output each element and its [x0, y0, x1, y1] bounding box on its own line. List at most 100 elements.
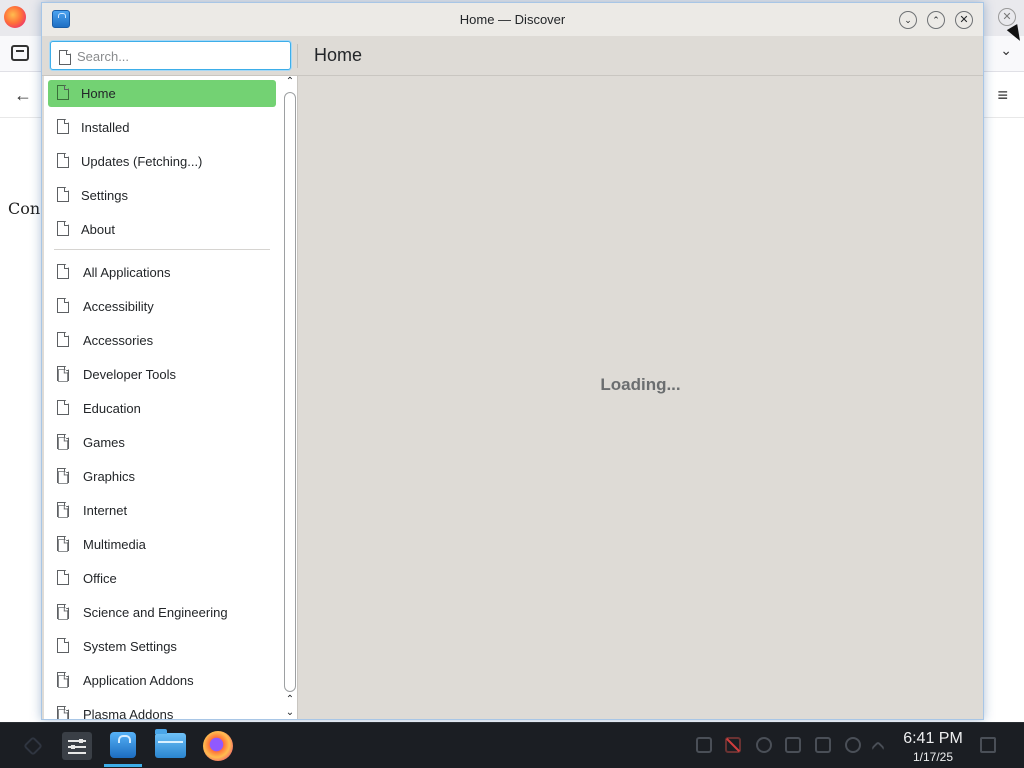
window-title: Home — Discover	[459, 12, 566, 27]
sidebar-item-label: Home	[81, 86, 116, 101]
sidebar-item-label: Education	[83, 401, 141, 416]
page-title: Home	[314, 45, 363, 65]
document-icon	[57, 153, 69, 168]
sidebar-item-label: All Applications	[83, 265, 171, 280]
tab-list-icon[interactable]	[11, 45, 29, 61]
sidebar-divider	[54, 249, 270, 250]
sidebar-item-label: Internet	[83, 503, 128, 518]
sidebar-item-updates-fetching[interactable]: Updates (Fetching...)	[48, 148, 276, 175]
sidebar-item-science-and-engineering[interactable]: Science and Engineering	[48, 599, 276, 626]
chevron-down-icon[interactable]: ⌄	[1000, 42, 1012, 59]
tray-expand-icon[interactable]	[870, 740, 886, 756]
header-divider	[297, 44, 298, 68]
document-icon	[57, 332, 69, 347]
sidebar-item-installed[interactable]: Installed	[48, 114, 276, 141]
subcategory-icon	[57, 539, 69, 552]
clock-time[interactable]: 6:41 PM	[894, 730, 972, 748]
sidebar-item-graphics[interactable]: Graphics	[48, 463, 276, 490]
sidebar-item-label: Multimedia	[83, 537, 146, 552]
sidebar-item-about[interactable]: About	[48, 216, 276, 243]
network-icon[interactable]	[696, 737, 712, 753]
sidebar-item-label: Developer Tools	[83, 367, 176, 382]
show-desktop-icon[interactable]	[980, 737, 996, 753]
sidebar-item-games[interactable]: Games	[48, 429, 276, 456]
sidebar-item-label: Installed	[81, 120, 130, 135]
system-settings-icon[interactable]	[62, 732, 92, 760]
active-task-indicator	[104, 764, 142, 767]
sidebar-item-developer-tools[interactable]: Developer Tools	[48, 361, 276, 388]
audio-muted-icon[interactable]	[725, 737, 741, 753]
document-icon	[57, 85, 69, 100]
discover-window: Home — Discover ⌄ ⌃ ✕ Search... Home Hom…	[41, 2, 984, 720]
document-icon	[57, 570, 69, 585]
sidebar-item-education[interactable]: Education	[48, 395, 276, 422]
scroll-down-icon[interactable]: ⌄	[284, 707, 296, 719]
subcategory-icon	[57, 675, 69, 688]
sidebar-item-all-applications[interactable]: All Applications	[48, 259, 276, 286]
document-icon	[57, 187, 69, 202]
scrollbar-thumb[interactable]	[284, 92, 296, 692]
back-arrow-icon[interactable]: ←	[14, 85, 32, 105]
main-content: Loading...	[298, 76, 983, 719]
discover-taskbar-icon[interactable]	[110, 732, 136, 758]
search-field-icon	[59, 50, 71, 65]
subcategory-icon	[57, 369, 69, 382]
subcategory-icon	[57, 471, 69, 484]
clipboard-icon[interactable]	[785, 737, 801, 753]
search-placeholder: Search...	[77, 49, 130, 64]
subcategory-icon	[57, 505, 69, 518]
subcategory-icon	[57, 607, 69, 620]
sidebar-item-accessories[interactable]: Accessories	[48, 327, 276, 354]
taskbar: 6:41 PM 1/17/25	[0, 722, 1024, 768]
minimize-button[interactable]: ⌄	[899, 11, 917, 29]
loading-text: Loading...	[600, 375, 681, 394]
file-manager-icon[interactable]	[155, 729, 186, 758]
sidebar-item-settings[interactable]: Settings	[48, 182, 276, 209]
search-input[interactable]: Search...	[50, 41, 291, 70]
document-icon	[57, 400, 69, 415]
background-page-text: Con	[8, 199, 41, 218]
sidebar-item-accessibility[interactable]: Accessibility	[48, 293, 276, 320]
notifications-icon[interactable]	[845, 737, 861, 753]
sidebar-item-label: Plasma Addons	[83, 707, 174, 720]
bluetooth-icon[interactable]	[756, 737, 772, 753]
sidebar-item-label: Science and Engineering	[83, 605, 228, 620]
sidebar-item-label: Settings	[81, 188, 128, 203]
sidebar-item-label: System Settings	[83, 639, 177, 654]
launcher-icon[interactable]	[23, 736, 43, 756]
document-icon	[57, 638, 69, 653]
document-icon	[57, 119, 69, 134]
document-icon	[57, 264, 69, 279]
title-bar[interactable]: Home — Discover ⌄ ⌃ ✕	[42, 3, 983, 36]
sidebar-item-multimedia[interactable]: Multimedia	[48, 531, 276, 558]
subcategory-icon	[57, 437, 69, 450]
header-bar: Search... Home	[42, 36, 983, 76]
browser-close-icon[interactable]: ✕	[998, 8, 1016, 26]
maximize-button[interactable]: ⌃	[927, 11, 945, 29]
sidebar-item-internet[interactable]: Internet	[48, 497, 276, 524]
sidebar-item-application-addons[interactable]: Application Addons	[48, 667, 276, 694]
document-icon	[57, 221, 69, 236]
sidebar-item-label: Accessories	[83, 333, 154, 348]
firefox-icon[interactable]	[4, 6, 26, 28]
firefox-taskbar-icon[interactable]	[203, 731, 233, 761]
hamburger-menu-icon[interactable]: ≡	[997, 86, 1008, 104]
document-icon	[57, 298, 69, 313]
display-icon[interactable]	[815, 737, 831, 753]
sidebar-item-system-settings[interactable]: System Settings	[48, 633, 276, 660]
scroll-up-icon[interactable]: ⌃	[284, 76, 296, 88]
sidebar-item-label: Graphics	[83, 469, 136, 484]
sidebar-item-label: About	[81, 222, 115, 237]
sidebar-item-label: Accessibility	[83, 299, 154, 314]
sidebar-item-label: Application Addons	[83, 673, 194, 688]
sidebar: Home Installed Updates (Fetching...) Settin…	[44, 76, 298, 720]
sidebar-item-office[interactable]: Office	[48, 565, 276, 592]
sidebar-item-plasma-addons[interactable]: Plasma Addons	[48, 701, 276, 720]
close-button[interactable]: ✕	[955, 11, 973, 29]
sidebar-item-home[interactable]: Home	[48, 80, 276, 107]
scroll-up-icon[interactable]: ⌃	[284, 694, 296, 706]
sidebar-item-label: Games	[83, 435, 125, 450]
sidebar-item-label: Updates (Fetching...)	[81, 154, 203, 169]
clock-date[interactable]: 1/17/25	[894, 750, 972, 764]
sidebar-item-label: Office	[83, 571, 117, 586]
